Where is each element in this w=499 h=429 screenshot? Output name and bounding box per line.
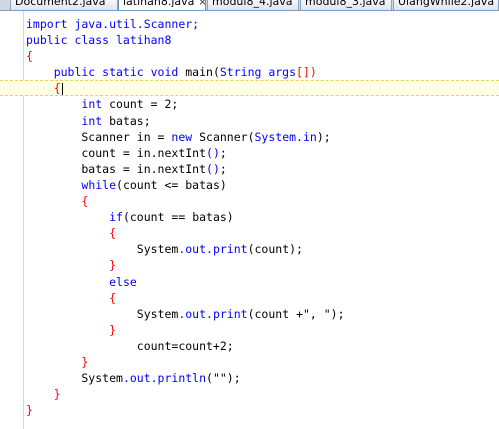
- code-token: public class latihan8: [26, 33, 172, 48]
- code-token: (count +", ");: [247, 306, 345, 321]
- close-icon[interactable]: ×: [198, 0, 205, 8]
- code-token: }: [26, 322, 117, 337]
- code-line[interactable]: System.out.print(count);: [26, 241, 496, 257]
- code-token: ("");: [206, 371, 241, 386]
- code-token: {: [26, 81, 61, 96]
- code-token: System: [26, 306, 179, 321]
- code-token: ;: [219, 145, 227, 160]
- code-line[interactable]: }: [26, 322, 496, 338]
- code-line[interactable]: int count = 2;: [26, 96, 496, 112]
- tab-modul8-3[interactable]: modul8_3.java: [300, 0, 392, 10]
- code-line[interactable]: public static void main(String args[]): [26, 64, 496, 80]
- code-token: ;: [219, 161, 227, 176]
- code-token: if: [109, 210, 123, 225]
- code-token: }: [26, 258, 117, 273]
- code-token: {: [26, 194, 89, 209]
- code-line-current[interactable]: {: [0, 80, 499, 97]
- code-token: (count <= batas): [116, 177, 227, 192]
- code-token: System: [26, 371, 123, 386]
- code-token: Scanner in =: [26, 129, 172, 144]
- code-line[interactable]: count = in.nextInt();: [26, 145, 496, 161]
- code-editor[interactable]: import java.util.Scanner; public class la…: [0, 11, 499, 429]
- code-line[interactable]: Scanner in = new Scanner(System.in);: [26, 129, 496, 145]
- tab-label: latihan8.java: [123, 0, 195, 8]
- code-token: .out.print: [178, 242, 248, 257]
- code-token: .out.print: [178, 306, 248, 321]
- code-token: count = 2;: [102, 97, 179, 112]
- tab-label: UlangWhile2.java: [398, 0, 495, 8]
- code-token: Scanner(: [192, 129, 255, 144]
- code-area[interactable]: import java.util.Scanner; public class la…: [0, 16, 499, 418]
- code-token: (): [206, 145, 220, 160]
- code-line[interactable]: batas = in.nextInt();: [26, 161, 496, 177]
- code-token: int: [81, 113, 103, 128]
- code-line[interactable]: {: [26, 225, 496, 241]
- code-token: System: [26, 242, 179, 257]
- tab-label: Document2.java: [15, 0, 106, 8]
- code-token: (count == batas): [122, 210, 234, 225]
- code-line[interactable]: }: [26, 402, 496, 418]
- code-token: (count);: [247, 242, 303, 257]
- code-line[interactable]: }: [26, 354, 496, 370]
- code-token: count = in.nextInt: [26, 145, 207, 160]
- tab-modul8-4[interactable]: modul8_4.java: [207, 0, 299, 10]
- code-token: else: [109, 274, 137, 289]
- code-line[interactable]: while(count <= batas): [26, 177, 496, 193]
- text-caret: [61, 82, 63, 95]
- code-token: (): [206, 161, 220, 176]
- code-line[interactable]: import java.util.Scanner;: [26, 16, 496, 32]
- code-token: {: [26, 226, 117, 241]
- code-token: {: [26, 290, 117, 305]
- code-token: String args: [219, 65, 297, 80]
- code-token: System.in: [254, 129, 317, 144]
- code-token: import java.util.Scanner;: [26, 17, 200, 31]
- code-token: }: [26, 403, 33, 418]
- code-token: public static void: [26, 65, 186, 80]
- tab-ulangwhile2[interactable]: UlangWhile2.java: [393, 0, 499, 10]
- code-line[interactable]: {: [26, 193, 496, 209]
- code-line[interactable]: public class latihan8: [26, 32, 496, 48]
- code-token: new: [171, 129, 193, 144]
- code-token: main(: [185, 65, 220, 80]
- code-token: .out.println: [122, 371, 207, 386]
- tab-document2[interactable]: Document2.java: [10, 0, 118, 10]
- tab-label: modul8_4.java: [212, 0, 293, 8]
- code-line[interactable]: }: [26, 257, 496, 273]
- code-token: batas = in.nextInt: [26, 161, 207, 176]
- code-line[interactable]: }: [26, 386, 496, 402]
- code-line[interactable]: System.out.println("");: [26, 370, 496, 386]
- code-line[interactable]: else: [26, 274, 496, 290]
- code-token: while: [81, 177, 117, 192]
- code-token: }: [26, 354, 89, 369]
- code-line[interactable]: count=count+2;: [26, 338, 496, 354]
- code-line[interactable]: System.out.print(count +", ");: [26, 306, 496, 322]
- editor-gutter: [0, 11, 25, 429]
- code-line[interactable]: if(count == batas): [26, 209, 496, 225]
- editor-tab-strip: Document2.java latihan8.java × modul8_4.j…: [0, 0, 499, 11]
- tab-label: modul8_3.java: [305, 0, 386, 8]
- code-token: count=count+2;: [26, 338, 234, 353]
- tab-latihan8[interactable]: latihan8.java ×: [118, 0, 206, 10]
- code-token: }: [26, 387, 61, 402]
- code-token: int: [81, 97, 103, 112]
- code-line[interactable]: {: [26, 48, 496, 64]
- code-line[interactable]: {: [26, 290, 496, 306]
- code-token: {: [26, 49, 33, 64]
- code-token: );: [316, 129, 331, 144]
- code-token: []): [296, 65, 317, 80]
- code-token: batas;: [102, 113, 151, 128]
- gutter-divider: [23, 11, 24, 429]
- code-line[interactable]: int batas;: [26, 113, 496, 129]
